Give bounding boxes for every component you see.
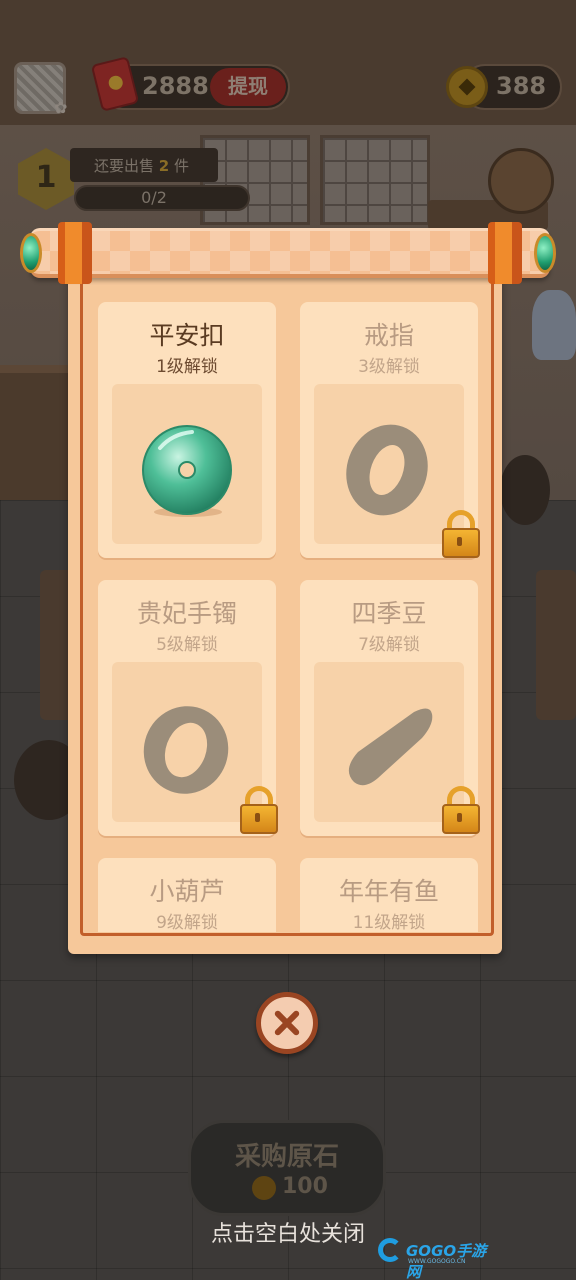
card-unlock-level: 5级解锁 (156, 635, 218, 655)
jade-gem-icon (534, 233, 556, 273)
background-table (536, 570, 576, 720)
card-name: 戒指 (363, 321, 414, 350)
watermark-c-icon (378, 1238, 402, 1262)
card-name: 平安扣 (149, 321, 225, 350)
card-name: 小葫芦 (149, 877, 225, 906)
collection-card-ring[interactable]: 戒指 3级解锁 (300, 302, 480, 558)
level-value: 1 (35, 160, 57, 195)
card-unlock-level: 7级解锁 (358, 635, 420, 655)
money-value: 2888 (142, 72, 209, 100)
scroll-tube-icon[interactable] (488, 148, 554, 214)
card-unlock-level: 3级解锁 (358, 357, 420, 377)
card-unlock-level: 9级解锁 (156, 913, 218, 932)
card-name: 四季豆 (351, 599, 427, 628)
jade-disc-icon (142, 425, 232, 517)
background-character (500, 455, 550, 525)
task-count: 2 (158, 157, 170, 175)
watermark-url: WWW.GOGOGO.CN (408, 1258, 466, 1265)
collection-grid[interactable]: 平安扣 1级解锁 戒指 3级解锁 贵妃手镯 5级解锁 四季豆 7级解锁 小葫芦 … (84, 276, 490, 932)
buy-raw-stone-label: 采购原石 (234, 1142, 339, 1172)
scroll-rod-band (488, 222, 522, 284)
jade-gem-icon (20, 233, 42, 273)
card-unlock-level: 1级解锁 (156, 357, 218, 377)
task-prefix: 还要出售 (94, 157, 155, 175)
scroll-rod-band (58, 222, 92, 284)
collection-card-fish[interactable]: 年年有鱼 11级解锁 (300, 858, 478, 932)
card-unlock-level: 11级解锁 (352, 913, 426, 932)
settings-gear-icon[interactable]: ✿ (54, 98, 67, 117)
coin-icon (252, 1176, 276, 1200)
lock-icon (442, 786, 480, 834)
card-name: 贵妃手镯 (136, 599, 237, 628)
lock-icon (240, 786, 278, 834)
card-image (112, 384, 262, 544)
collection-card-bangle[interactable]: 贵妃手镯 5级解锁 (98, 580, 278, 836)
collection-card-small-gourd[interactable]: 小葫芦 9级解锁 (98, 858, 276, 932)
buy-price: 100 (282, 1174, 328, 1199)
task-text: 还要出售 2 件 (94, 155, 189, 176)
lock-icon (442, 510, 480, 558)
background-window (320, 135, 430, 225)
coin-icon (446, 66, 488, 108)
background-vase (532, 290, 576, 360)
close-button[interactable] (256, 992, 318, 1054)
collection-card-green-bean[interactable]: 四季豆 7级解锁 (300, 580, 480, 836)
card-name: 年年有鱼 (338, 877, 439, 906)
watermark-logo: GOGO手游网 WWW.GOGOGO.CN (378, 1236, 498, 1280)
scroll-rod (30, 228, 550, 278)
task-suffix: 件 (174, 157, 190, 175)
withdraw-button[interactable]: 提现 (210, 68, 286, 106)
task-progress-text: 0/2 (141, 188, 167, 207)
coin-value: 388 (496, 72, 547, 100)
collection-card-ping-an-kou[interactable]: 平安扣 1级解锁 (98, 302, 276, 558)
